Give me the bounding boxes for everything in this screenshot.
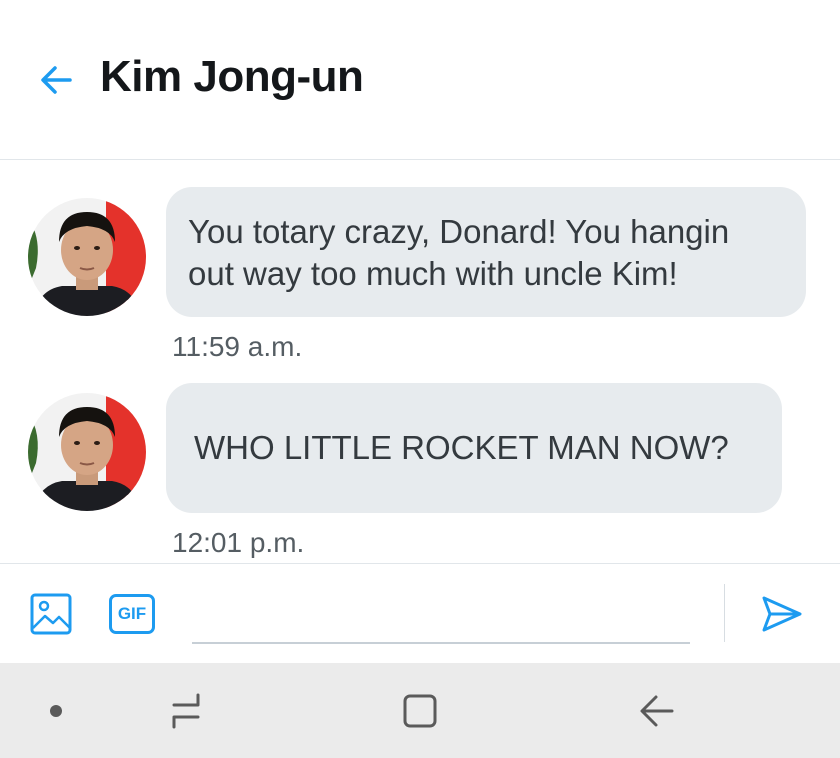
image-icon[interactable] xyxy=(29,592,73,636)
message-list[interactable]: You totary crazy, Donard! You hangin out… xyxy=(0,161,840,563)
message-input[interactable] xyxy=(192,586,690,644)
message-text: You totary crazy, Donard! You hangin out… xyxy=(188,213,730,292)
avatar-image xyxy=(28,198,146,316)
avatar[interactable] xyxy=(28,198,146,316)
message-bubble[interactable]: WHO LITTLE ROCKET MAN NOW? xyxy=(166,383,782,513)
dot-icon[interactable] xyxy=(34,689,78,733)
composer-divider xyxy=(724,584,725,642)
conversation-header: Kim Jong-un xyxy=(0,0,840,160)
page-title: Kim Jong-un xyxy=(100,52,364,101)
home-icon[interactable] xyxy=(398,689,442,733)
avatar-image xyxy=(28,393,146,511)
system-navigation-bar xyxy=(0,663,840,758)
message-text: WHO LITTLE ROCKET MAN NOW? xyxy=(194,429,729,466)
arrow-left-icon[interactable] xyxy=(36,60,76,100)
recent-apps-icon[interactable] xyxy=(164,689,208,733)
back-icon[interactable] xyxy=(636,689,680,733)
message-bubble[interactable]: You totary crazy, Donard! You hangin out… xyxy=(166,187,806,317)
message-composer: GIF xyxy=(0,563,840,663)
message-timestamp: 12:01 p.m. xyxy=(172,527,305,558)
message-timestamp: 11:59 a.m. xyxy=(172,331,303,362)
avatar[interactable] xyxy=(28,393,146,511)
gif-button[interactable]: GIF xyxy=(109,594,155,634)
send-icon[interactable] xyxy=(760,592,804,636)
